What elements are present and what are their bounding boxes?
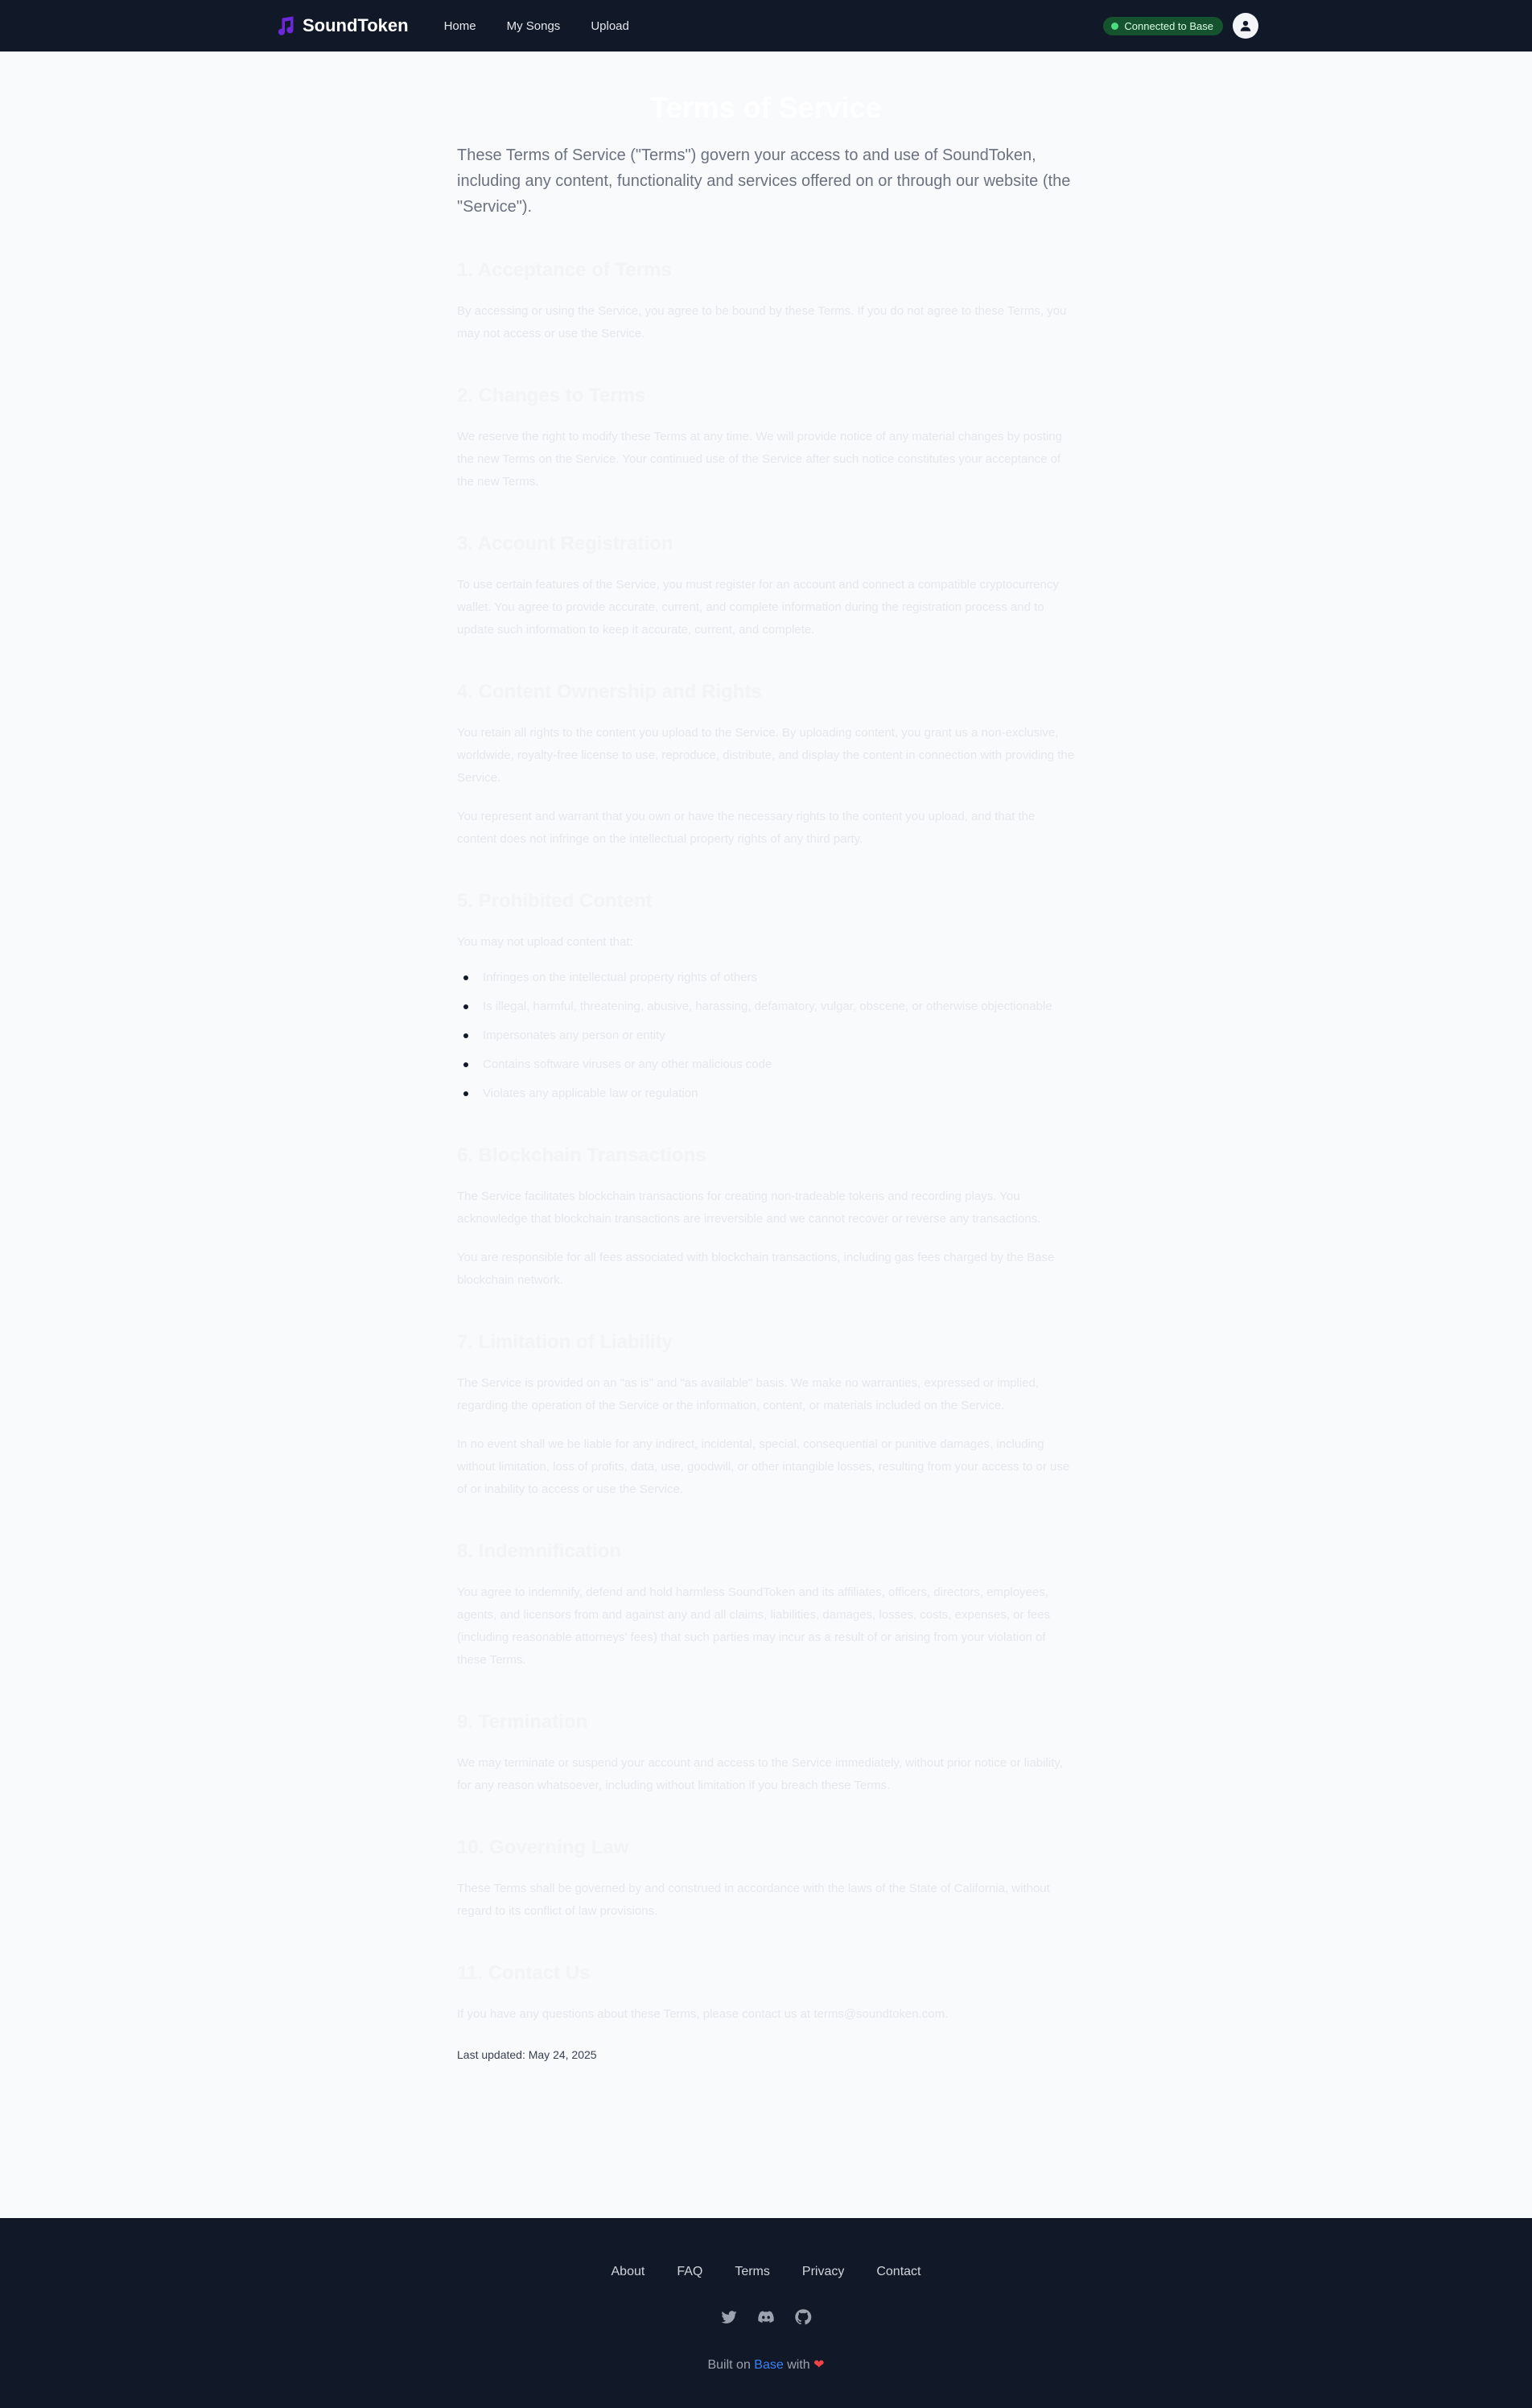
section-heading: 10. Governing Law: [457, 1837, 629, 1859]
twitter-icon[interactable]: [720, 2308, 738, 2326]
nav-link-my-songs[interactable]: My Songs: [496, 13, 572, 39]
section-heading: 8. Indemnification: [457, 1540, 622, 1563]
section-paragraph: These Terms shall be governed by and con…: [457, 1882, 1050, 1919]
heart-icon: ❤: [813, 2358, 825, 2372]
navbar: SoundToken Home My Songs Upload Connecte…: [0, 0, 1532, 52]
section-governing-law: 10. Governing Law These Terms shall be g…: [457, 1836, 1075, 1923]
list-item: Contains software viruses or any other m…: [457, 1054, 1075, 1076]
list-item: Is illegal, harmful, threatening, abusiv…: [457, 996, 1075, 1018]
section-contact-us: 11. Contact Us If you have any questions…: [457, 1961, 1075, 2026]
connection-status-text: Connected to Base: [1124, 19, 1213, 32]
list-item: Violates any applicable law or regulatio…: [457, 1082, 1075, 1105]
section-paragraph: You represent and warrant that you own o…: [457, 810, 1036, 847]
section-heading: 7. Limitation of Liability: [457, 1331, 673, 1354]
list-item: Impersonates any person or entity: [457, 1025, 1075, 1047]
section-content-ownership: 4. Content Ownership and Rights You reta…: [457, 680, 1075, 851]
section-changes: 2. Changes to Terms We reserve the right…: [457, 384, 1075, 493]
section-paragraph: To use certain features of the Service, …: [457, 578, 1059, 637]
section-paragraph: If you have any questions about these Te…: [457, 2007, 949, 2022]
section-heading: 2. Changes to Terms: [457, 385, 646, 407]
section-heading: 4. Content Ownership and Rights: [457, 681, 762, 703]
section-heading: 1. Acceptance of Terms: [457, 259, 672, 282]
intro-paragraph: These Terms of Service ("Terms") govern …: [457, 146, 1071, 216]
section-paragraph: You are responsible for all fees associa…: [457, 1251, 1055, 1288]
section-acceptance: 1. Acceptance of Terms By accessing or u…: [457, 258, 1075, 345]
section-indemnification: 8. Indemnification You agree to indemnif…: [457, 1540, 1075, 1672]
navbar-inner: SoundToken Home My Songs Upload Connecte…: [274, 0, 1258, 52]
section-heading: 3. Account Registration: [457, 533, 673, 555]
github-icon[interactable]: [794, 2308, 812, 2326]
section-paragraph: By accessing or using the Service, you a…: [457, 304, 1067, 341]
section-paragraph: You may not upload content that:: [457, 935, 633, 950]
section-blockchain-transactions: 6. Blockchain Transactions The Service f…: [457, 1144, 1075, 1292]
section-paragraph: In no event shall we be liable for any i…: [457, 1437, 1070, 1497]
section-paragraph: The Service facilitates blockchain trans…: [457, 1190, 1041, 1227]
footer-link-privacy[interactable]: Privacy: [802, 2265, 844, 2279]
section-limitation-of-liability: 7. Limitation of Liability The Service i…: [457, 1330, 1075, 1501]
section-prohibited-content: 5. Prohibited Content You may not upload…: [457, 889, 1075, 1105]
footer-links: About FAQ Terms Privacy Contact: [0, 2265, 1532, 2279]
section-heading: 5. Prohibited Content: [457, 890, 653, 913]
discord-icon[interactable]: [757, 2308, 775, 2326]
footer: About FAQ Terms Privacy Contact Built on…: [0, 2218, 1532, 2408]
connection-status-badge: Connected to Base: [1103, 16, 1223, 35]
section-paragraph: We may terminate or suspend your account…: [457, 1756, 1063, 1793]
user-avatar-button[interactable]: [1233, 13, 1258, 39]
nav-link-upload[interactable]: Upload: [579, 13, 640, 39]
section-heading: 11. Contact Us: [457, 1962, 591, 1985]
brand-name: SoundToken: [303, 15, 409, 35]
footer-link-faq[interactable]: FAQ: [677, 2265, 702, 2279]
user-icon: [1240, 20, 1251, 31]
brand-logo-link[interactable]: SoundToken: [274, 14, 409, 37]
section-paragraph: You retain all rights to the content you…: [457, 726, 1075, 785]
section-paragraph: You agree to indemnify, defend and hold …: [457, 1585, 1051, 1668]
footer-link-terms[interactable]: Terms: [735, 2265, 770, 2279]
nav-link-home[interactable]: Home: [433, 13, 488, 39]
prohibited-list: Infringes on the intellectual property r…: [457, 967, 1075, 1105]
nav-right: Connected to Base: [1103, 13, 1258, 39]
nav-links: Home My Songs Upload: [433, 13, 640, 39]
built-prefix: Built on: [707, 2358, 751, 2372]
built-on-text: Built on Base with ❤: [0, 2356, 1532, 2373]
section-paragraph: We reserve the right to modify these Ter…: [457, 430, 1063, 489]
built-suffix: with: [787, 2358, 810, 2372]
section-paragraph: The Service is provided on an "as is" an…: [457, 1376, 1040, 1413]
section-termination: 9. Termination We may terminate or suspe…: [457, 1710, 1075, 1797]
list-item: Infringes on the intellectual property r…: [457, 967, 1075, 989]
section-account-registration: 3. Account Registration To use certain f…: [457, 532, 1075, 641]
last-updated-text: Last updated: May 24, 2025: [457, 2048, 597, 2062]
terms-content: Terms of Service These Terms of Service …: [457, 52, 1075, 2061]
section-heading: 9. Termination: [457, 1711, 588, 1734]
footer-link-contact[interactable]: Contact: [876, 2265, 920, 2279]
status-dot-icon: [1111, 22, 1119, 30]
page-title: Terms of Service: [650, 91, 882, 124]
base-link[interactable]: Base: [754, 2358, 783, 2372]
social-icons: [0, 2308, 1532, 2326]
footer-link-about[interactable]: About: [612, 2265, 645, 2279]
section-heading: 6. Blockchain Transactions: [457, 1144, 706, 1167]
music-note-icon: [278, 16, 294, 35]
